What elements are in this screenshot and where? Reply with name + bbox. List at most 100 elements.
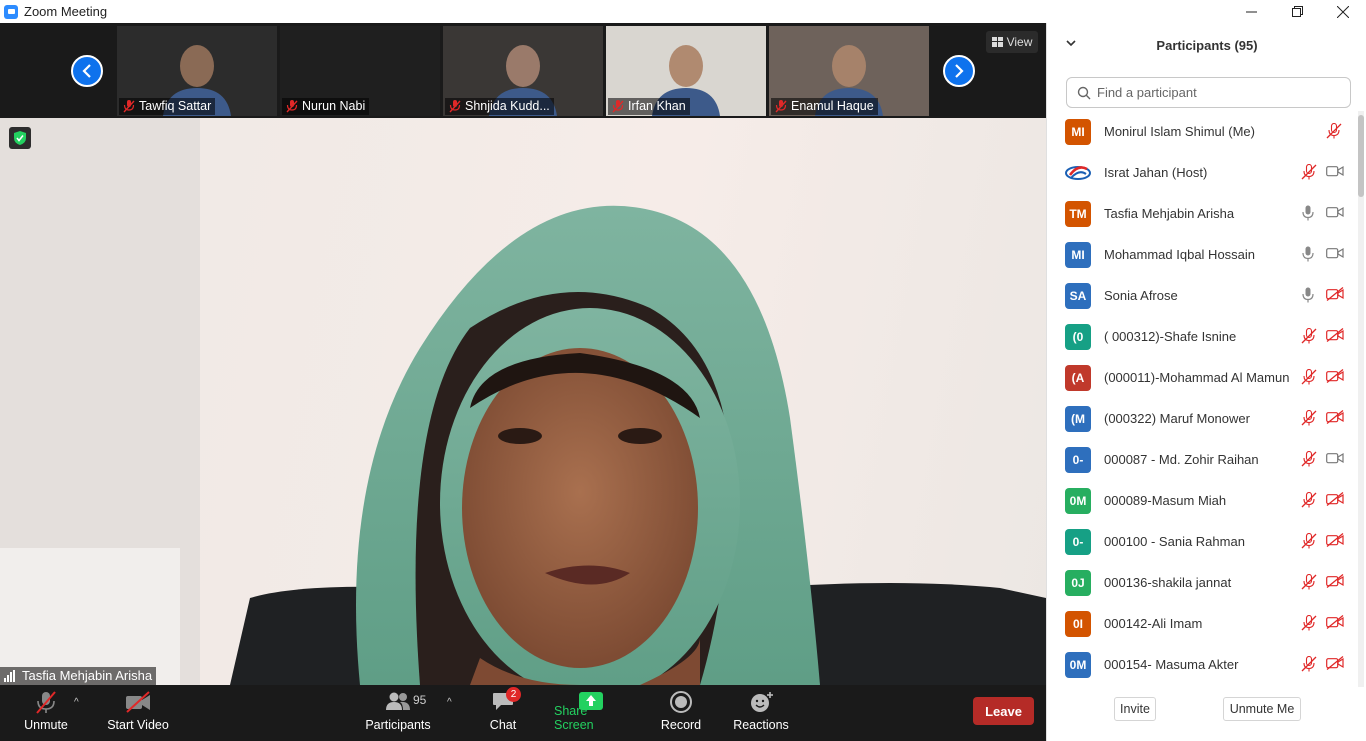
participant-row[interactable]: 0- 000087 - Md. Zohir Raihan [1047, 439, 1355, 480]
participant-thumbnail-label: Shnjida Kudd... [445, 98, 554, 115]
participant-thumbnail[interactable]: Tawfiq Sattar [117, 26, 277, 116]
video-off-icon [1326, 573, 1344, 589]
participant-row[interactable]: 0M 000154- Masuma Akter [1047, 644, 1355, 685]
participant-row[interactable]: (M (000322) Maruf Monower [1047, 398, 1355, 439]
participant-video-status [1326, 655, 1344, 675]
participant-row[interactable]: MI Mohammad Iqbal Hossain [1047, 234, 1355, 275]
participant-mic-status [1301, 368, 1317, 390]
participant-video-status [1326, 164, 1344, 183]
reactions-smiley-icon [751, 692, 773, 712]
unmute-me-button[interactable]: Unmute Me [1223, 697, 1301, 721]
participant-thumbnail-label: Irfan Khan [608, 98, 690, 115]
mic-muted-icon [1301, 368, 1317, 385]
participant-row[interactable]: Israt Jahan (Host) [1047, 152, 1355, 193]
minimize-icon [1245, 11, 1257, 13]
participant-mic-status [1301, 450, 1317, 472]
participant-avatar: 0I [1065, 610, 1091, 637]
reactions-button[interactable]: Reactions [733, 685, 789, 741]
participant-name: ( 000312)-Shafe Isnine [1104, 329, 1237, 344]
participant-mic-status [1301, 573, 1317, 595]
meeting-toolbar: Unmute ^ Start Video Participants 95 ^ C… [0, 685, 1046, 741]
chevron-right-icon [955, 64, 964, 78]
mic-muted-icon [36, 691, 56, 714]
start-video-button[interactable]: Start Video [106, 685, 170, 741]
participant-thumbnail[interactable]: Shnjida Kudd... [443, 26, 603, 116]
mic-muted-icon [1301, 163, 1317, 180]
search-icon [1077, 86, 1091, 99]
share-screen-icon [579, 692, 603, 710]
participant-thumbnail-name: Shnjida Kudd... [465, 99, 550, 113]
next-page-button[interactable] [943, 55, 975, 87]
chevron-down-icon[interactable] [1065, 37, 1077, 49]
participant-avatar: 0J [1065, 569, 1091, 596]
participant-avatar: MI [1065, 241, 1091, 268]
window-title: Zoom Meeting [24, 4, 108, 19]
participant-row[interactable]: TM Tasfia Mehjabin Arisha [1047, 193, 1355, 234]
video-off-icon [1326, 286, 1344, 302]
participant-name: Israt Jahan (Host) [1104, 165, 1208, 180]
participant-name: (000011)-Mohammad Al Mamun [1104, 370, 1290, 385]
leave-button[interactable]: Leave [973, 697, 1034, 725]
video-off-icon [1326, 327, 1344, 343]
invite-button[interactable]: Invite [1114, 697, 1156, 721]
participant-name: Sonia Afrose [1104, 288, 1178, 303]
participant-mic-status [1326, 122, 1342, 144]
mic-muted-icon [449, 100, 461, 113]
participant-row[interactable]: MI Monirul Islam Shimul (Me) [1047, 111, 1355, 152]
participant-thumbnail-label: Nurun Nabi [282, 98, 370, 115]
record-button[interactable]: Record [660, 685, 702, 741]
participant-row[interactable]: 0I 000142-Ali Imam [1047, 603, 1355, 644]
participant-mic-status [1301, 327, 1317, 349]
participant-thumbnail[interactable]: Irfan Khan [606, 26, 766, 116]
unmute-button[interactable]: Unmute [22, 685, 70, 741]
participant-row[interactable]: (A (000011)-Mohammad Al Mamun [1047, 357, 1355, 398]
host-logo-avatar [1065, 159, 1091, 186]
participant-row[interactable]: (0 ( 000312)-Shafe Isnine [1047, 316, 1355, 357]
participant-mic-status [1301, 287, 1315, 308]
mic-muted-icon [1301, 450, 1317, 467]
participant-thumbnail[interactable]: Enamul Haque [769, 26, 929, 116]
participant-row[interactable]: SA Sonia Afrose [1047, 275, 1355, 316]
grid-view-icon [991, 37, 1003, 47]
participant-row[interactable]: 0M 000089-Masum Miah [1047, 480, 1355, 521]
restore-button[interactable] [1274, 0, 1320, 23]
participant-search-input[interactable] [1097, 85, 1337, 100]
video-camera-icon [1326, 206, 1344, 218]
signal-strength-icon [4, 670, 15, 682]
participants-panel-header: Participants (95) [1047, 23, 1366, 67]
encryption-shield-icon[interactable] [9, 127, 31, 149]
participant-name: 000100 - Sania Rahman [1104, 534, 1245, 549]
mic-muted-icon [1301, 327, 1317, 344]
participant-name: 000136-shakila jannat [1104, 575, 1232, 590]
audio-options-caret[interactable]: ^ [74, 697, 79, 708]
participant-mic-status [1301, 655, 1317, 677]
participant-list-scrollbar[interactable] [1358, 111, 1364, 687]
participant-row[interactable]: 0- 000100 - Sania Rahman [1047, 521, 1355, 562]
view-button[interactable]: View [986, 31, 1038, 53]
minimize-button[interactable] [1228, 0, 1274, 23]
close-window-button[interactable] [1320, 0, 1366, 23]
mic-muted-icon [1301, 573, 1317, 590]
participant-mic-status [1301, 205, 1315, 226]
video-off-icon [1326, 409, 1344, 425]
participant-avatar: 0- [1065, 446, 1091, 473]
participant-thumbnail[interactable]: Nurun Nabi [280, 26, 440, 116]
participant-name: 000154- Masuma Akter [1104, 657, 1239, 672]
participant-thumbnail-name: Irfan Khan [628, 99, 686, 113]
participants-panel: Participants (95) MI Monirul Islam Shimul… [1046, 23, 1366, 741]
participant-row[interactable]: 0J 000136-shakila jannat [1047, 562, 1355, 603]
participant-name: Monirul Islam Shimul (Me) [1104, 124, 1255, 139]
host-logo-icon [1065, 165, 1091, 180]
participant-name: 000142-Ali Imam [1104, 616, 1203, 631]
participants-options-caret[interactable]: ^ [447, 697, 452, 708]
video-off-icon [1326, 491, 1344, 507]
close-icon [1337, 5, 1349, 18]
share-screen-button[interactable]: Share Screen [554, 685, 628, 741]
prev-page-button[interactable] [71, 55, 103, 87]
participant-thumbnail-label: Tawfiq Sattar [119, 98, 216, 115]
reactions-label: Reactions [733, 718, 789, 732]
participant-avatar: (A [1065, 364, 1091, 391]
scrollbar-thumb[interactable] [1358, 115, 1364, 197]
participants-icon [386, 692, 410, 710]
chevron-left-icon [82, 64, 91, 78]
